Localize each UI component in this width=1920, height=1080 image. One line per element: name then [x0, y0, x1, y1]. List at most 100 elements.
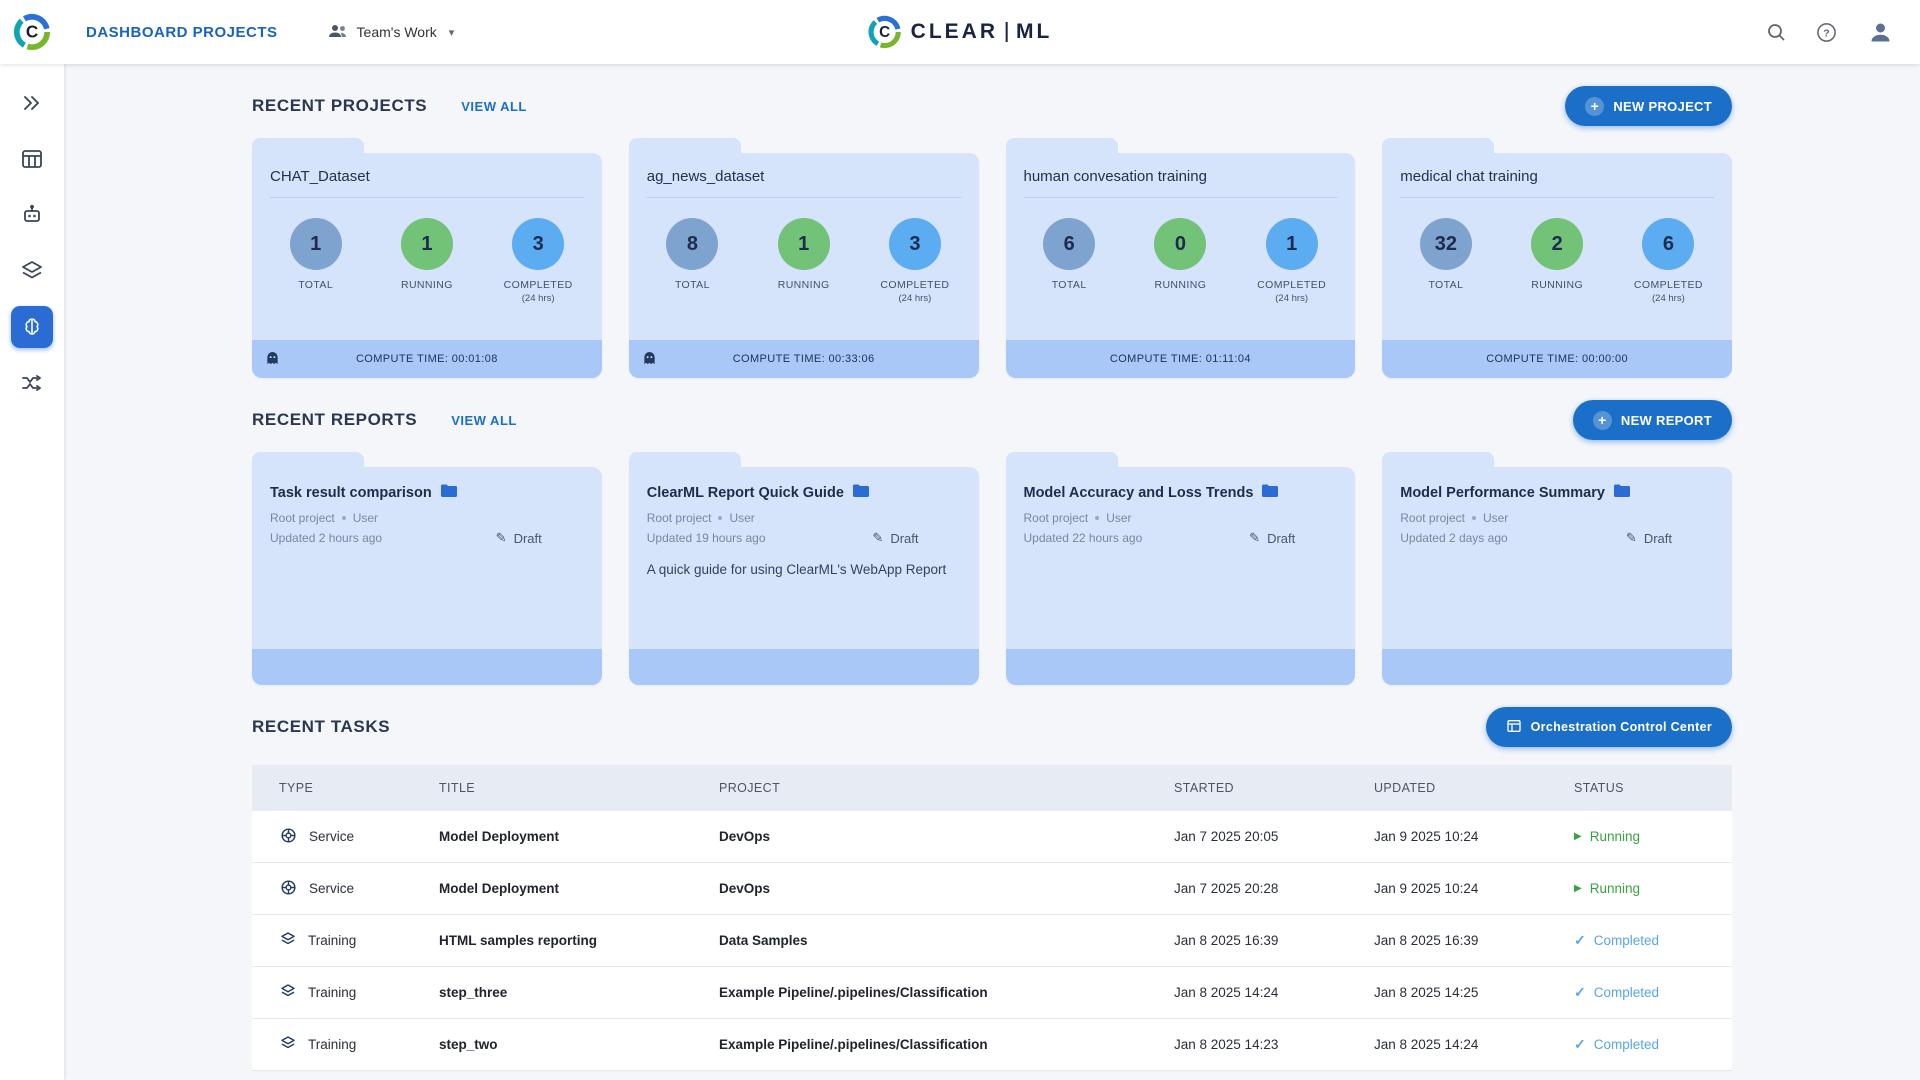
- user-avatar[interactable]: [1867, 19, 1894, 46]
- report-project-label: Root project: [1400, 511, 1465, 525]
- project-card[interactable]: medical chat training 32 TOTAL 2 RUNNING 6…: [1382, 138, 1732, 378]
- project-card-title: ag_news_dataset: [646, 168, 961, 198]
- column-header-updated: UPDATED: [1374, 781, 1436, 795]
- report-status-badge: ✎ Draft: [872, 530, 918, 546]
- plus-icon: +: [1585, 96, 1605, 116]
- report-card-footer-strip: [1382, 649, 1732, 685]
- sidebar-item-datasets[interactable]: [11, 138, 53, 180]
- projects-section-header: RECENT PROJECTS VIEW ALL + NEW PROJECT: [252, 86, 1732, 126]
- pencil-icon: ✎: [495, 530, 507, 545]
- tasks-table-header: TYPE TITLE PROJECT STARTED UPDATED STATU…: [252, 765, 1732, 811]
- workspace-label: Team's Work: [356, 24, 437, 40]
- task-updated: Jan 8 2025 16:39: [1374, 933, 1479, 948]
- report-card[interactable]: ClearML Report Quick Guide Root project …: [628, 452, 979, 685]
- task-title: Model Deployment: [439, 881, 560, 896]
- separator-dot: [1471, 516, 1476, 520]
- task-row[interactable]: Service Model Deployment DevOps Jan 7 20…: [252, 863, 1732, 915]
- task-row[interactable]: Service Model Deployment DevOps Jan 7 20…: [252, 811, 1732, 863]
- page-title: DASHBOARD PROJECTS: [86, 23, 278, 41]
- table-icon: [22, 150, 42, 168]
- sidebar: [0, 64, 64, 1080]
- completed-sublabel: (24 hrs): [521, 293, 555, 304]
- report-card-footer-strip: [628, 649, 979, 685]
- training-icon: [279, 930, 297, 951]
- completed-count-badge: 3: [512, 218, 565, 270]
- project-card-stats: 6 TOTAL 0 RUNNING 1 COMPLETED (24 hrs): [1006, 198, 1356, 340]
- clearml-logo-icon[interactable]: C: [0, 13, 64, 51]
- pencil-icon: ✎: [1625, 530, 1637, 545]
- project-card-title: medical chat training: [1400, 168, 1714, 198]
- task-row[interactable]: Training step_two Example Pipeline/.pipe…: [252, 1019, 1732, 1071]
- completed-label: COMPLETED: [880, 279, 950, 291]
- task-type-label: Service: [309, 829, 355, 844]
- play-icon: ▶: [1574, 883, 1582, 894]
- reports-card-grid: Task result comparison Root project User…: [252, 452, 1732, 685]
- report-description: [1400, 562, 1714, 649]
- project-card[interactable]: human convesation training 6 TOTAL 0 RUNNI…: [1005, 138, 1356, 378]
- status-label: Completed: [1593, 985, 1660, 1000]
- total-label: TOTAL: [1428, 279, 1464, 291]
- report-description: A quick guide for using ClearML's WebApp…: [646, 562, 947, 577]
- new-project-button[interactable]: + NEW PROJECT: [1565, 86, 1732, 126]
- running-count-badge: 1: [777, 218, 830, 270]
- report-card-footer-strip: [252, 649, 602, 685]
- task-started: Jan 8 2025 14:24: [1174, 985, 1279, 1000]
- sidebar-item-workers[interactable]: [11, 194, 53, 236]
- compute-time-label: COMPUTE TIME: 00:01:08: [355, 353, 498, 365]
- folder-icon: [1613, 484, 1630, 502]
- new-report-label: NEW REPORT: [1620, 412, 1712, 428]
- svg-text:?: ?: [1823, 27, 1829, 39]
- folder-icon: [852, 484, 869, 502]
- projects-view-all-link[interactable]: VIEW ALL: [461, 99, 527, 114]
- sidebar-item-models[interactable]: [11, 250, 53, 292]
- workspace-selector[interactable]: Team's Work ▾: [328, 23, 454, 42]
- total-label: TOTAL: [1051, 279, 1087, 291]
- project-card-title: human convesation training: [1023, 168, 1338, 198]
- sidebar-item-pipelines[interactable]: [11, 362, 53, 404]
- search-icon[interactable]: [1766, 22, 1786, 42]
- new-report-button[interactable]: + NEW REPORT: [1572, 400, 1732, 440]
- report-card[interactable]: Task result comparison Root project User…: [252, 452, 602, 685]
- task-started: Jan 7 2025 20:28: [1174, 881, 1279, 896]
- check-icon: ✓: [1574, 1036, 1586, 1052]
- report-author-label: User: [729, 511, 755, 525]
- report-card[interactable]: Model Accuracy and Loss Trends Root proj…: [1005, 452, 1356, 685]
- task-project: DevOps: [719, 829, 771, 844]
- new-project-label: NEW PROJECT: [1613, 98, 1712, 114]
- column-header-status: STATUS: [1574, 781, 1624, 795]
- total-count-badge: 6: [1043, 218, 1096, 270]
- status-label: Completed: [1593, 1037, 1660, 1052]
- task-row[interactable]: Training HTML samples reporting Data Sam…: [252, 915, 1732, 967]
- task-project: DevOps: [719, 881, 771, 896]
- report-card-title: ClearML Report Quick Guide: [646, 485, 844, 501]
- task-updated: Jan 9 2025 10:24: [1374, 829, 1479, 844]
- report-author-label: User: [352, 511, 379, 525]
- task-updated: Jan 8 2025 14:24: [1374, 1037, 1479, 1052]
- service-icon: [279, 878, 298, 900]
- sidebar-item-projects[interactable]: [11, 82, 53, 124]
- robot-icon: [24, 204, 40, 222]
- svg-text:C: C: [26, 23, 38, 42]
- task-type-label: Service: [309, 881, 355, 896]
- orchestration-control-center-button[interactable]: Orchestration Control Center: [1485, 707, 1732, 747]
- task-started: Jan 7 2025 20:05: [1174, 829, 1279, 844]
- help-icon[interactable]: ?: [1816, 22, 1837, 43]
- sidebar-item-dashboard-active[interactable]: [11, 306, 53, 348]
- project-card[interactable]: ag_news_dataset 8 TOTAL 1 RUNNING 3 COMPLET…: [628, 138, 979, 378]
- compute-time-label: COMPUTE TIME: 01:11:04: [1109, 353, 1251, 365]
- reports-view-all-link[interactable]: VIEW ALL: [451, 413, 517, 428]
- status-label: Completed: [1593, 933, 1660, 948]
- report-status-badge: ✎ Draft: [1249, 530, 1295, 546]
- project-card[interactable]: CHAT_Dataset 1 TOTAL 1 RUNNING 3 COMPLETED (…: [252, 138, 602, 378]
- clearml-logo-icon: C: [868, 15, 901, 49]
- wordmark-divider: [1006, 22, 1009, 42]
- projects-card-grid: CHAT_Dataset 1 TOTAL 1 RUNNING 3 COMPLETED (…: [252, 138, 1732, 378]
- task-row[interactable]: Training step_three Example Pipeline/.pi…: [252, 967, 1732, 1019]
- training-icon: [279, 982, 297, 1003]
- report-card[interactable]: Model Performance Summary Root project U…: [1382, 452, 1732, 685]
- running-count-badge: 0: [1154, 218, 1207, 270]
- status-badge: ✓ Completed: [1574, 1036, 1732, 1053]
- task-started: Jan 8 2025 16:39: [1174, 933, 1279, 948]
- separator-dot: [341, 516, 346, 520]
- status-badge: ▶ Running: [1574, 829, 1732, 844]
